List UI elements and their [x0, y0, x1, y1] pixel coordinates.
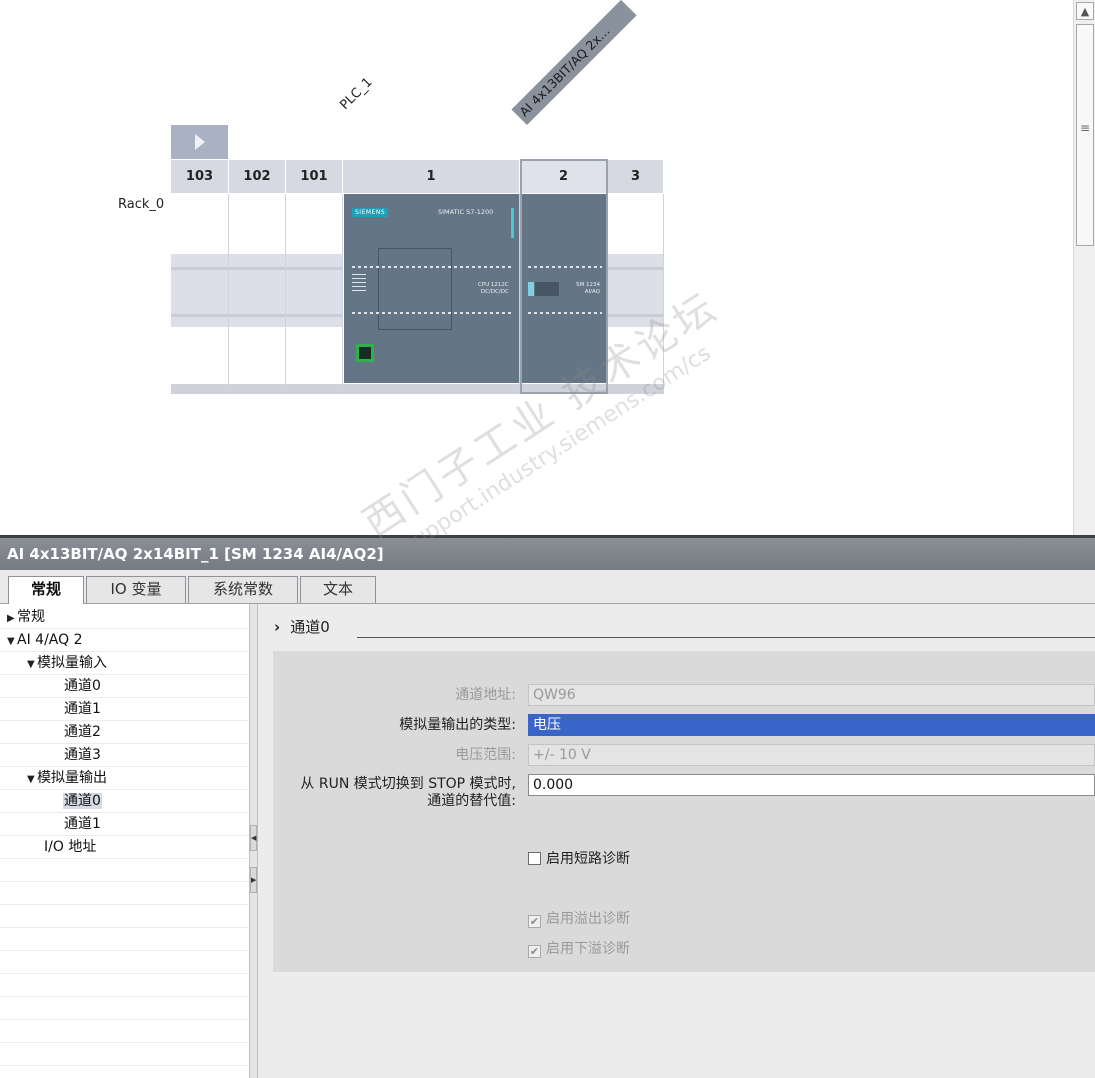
underflow-diagnostic-checkbox: ✔ 启用下溢诊断	[528, 941, 630, 958]
siemens-logo: SIEMENS	[352, 208, 389, 217]
profinet-port-icon[interactable]	[356, 344, 374, 362]
substitute-value-input[interactable]: 0.000	[528, 774, 1095, 796]
tree-item-analog-input[interactable]: ▼ 模拟量输入	[0, 652, 249, 675]
section-divider	[357, 637, 1095, 638]
channel-settings-box: 通道地址: QW96 模拟量输出的类型: 电压 电压范围: +/- 10 V 从…	[273, 651, 1095, 972]
cpu-terminal-strip-bottom	[352, 312, 512, 314]
voltage-range-label: 电压范围:	[455, 747, 516, 763]
section-header[interactable]: › 通道0	[274, 616, 330, 637]
tree-item-ai4aq2[interactable]: ▼ AI 4/AQ 2	[0, 629, 249, 652]
output-type-select[interactable]: 电压	[528, 714, 1095, 736]
slot-body-103[interactable]	[171, 194, 229, 394]
slot-body-101[interactable]	[286, 194, 343, 394]
tree-item-analog-output[interactable]: ▼ 模拟量输出	[0, 767, 249, 790]
module-tag[interactable]: AI 4x13BIT/AQ 2x...	[511, 0, 637, 125]
plc-label: PLC_1	[337, 74, 376, 113]
scroll-up-arrow-icon[interactable]: ▲	[1076, 2, 1094, 20]
cpu-status-leds-icon	[352, 274, 366, 294]
tab-system-constants[interactable]: 系统常数	[188, 576, 298, 603]
tree-item-aq-channel-0[interactable]: 通道0	[0, 790, 249, 813]
checkbox-unchecked-icon[interactable]	[528, 852, 541, 865]
cpu-module[interactable]: SIEMENS SIMATIC S7-1200 CPU 1212C DC/DC/…	[344, 194, 519, 383]
collapsed-arrow-icon[interactable]: ▶	[7, 608, 17, 630]
panel-splitter[interactable]: ◀ ▶	[249, 604, 258, 1078]
sm-module[interactable]: SM 1234 AI/AQ	[522, 194, 606, 383]
slot-header-1[interactable]: 1	[343, 160, 520, 193]
tree-item-ai-channel-3[interactable]: 通道3	[0, 744, 249, 767]
substitute-value-label: 从 RUN 模式切换到 STOP 模式时, 通道的替代值:	[300, 776, 516, 809]
properties-title: AI 4x13BIT/AQ 2x14BIT_1 [SM 1234 AI4/AQ2…	[0, 535, 1095, 570]
tree-item-general[interactable]: ▶ 常规	[0, 606, 249, 629]
channel-address-field: QW96	[528, 684, 1095, 706]
rack-expand-button[interactable]	[171, 125, 228, 159]
cpu-status-bar	[511, 208, 514, 238]
overflow-diagnostic-checkbox: ✔ 启用溢出诊断	[528, 911, 630, 928]
checkbox-checked-icon: ✔	[528, 945, 541, 958]
output-type-label: 模拟量输出的类型:	[399, 717, 516, 733]
short-circuit-diagnostic-checkbox[interactable]: 启用短路诊断	[528, 851, 630, 867]
sm-label-area	[535, 282, 559, 296]
sm-status-led-icon	[528, 282, 534, 296]
collapse-left-arrow-icon[interactable]: ◀	[250, 825, 257, 851]
tab-general[interactable]: 常规	[8, 576, 84, 604]
sm-terminal-strip-top	[528, 266, 602, 268]
expand-right-arrow-icon[interactable]: ▶	[250, 867, 257, 893]
checkbox-checked-icon: ✔	[528, 915, 541, 928]
channel-address-label: 通道地址:	[455, 687, 516, 703]
expand-arrow-icon	[195, 134, 205, 150]
expanded-arrow-icon[interactable]: ▼	[27, 769, 37, 791]
cpu-terminal-strip-top	[352, 266, 512, 268]
tree-item-ai-channel-0[interactable]: 通道0	[0, 675, 249, 698]
scroll-thumb[interactable]: ≡	[1076, 24, 1094, 246]
slot-header-103[interactable]: 103	[171, 160, 229, 193]
voltage-range-select: +/- 10 V	[528, 744, 1095, 766]
properties-tabs: 常规 IO 变量 系统常数 文本	[0, 570, 1095, 604]
slot-header-3[interactable]: 3	[608, 160, 664, 193]
cpu-signal-board-slot	[378, 248, 452, 330]
tree-item-ai-channel-1[interactable]: 通道1	[0, 698, 249, 721]
cpu-name-label: CPU 1212C DC/DC/DC	[478, 282, 509, 295]
slot-body-102[interactable]	[229, 194, 286, 394]
tree-item-ai-channel-2[interactable]: 通道2	[0, 721, 249, 744]
slot-header-2[interactable]: 2	[520, 160, 608, 193]
device-view: PLC_1 AI 4x13BIT/AQ 2x... Rack_0 103 102…	[0, 0, 1073, 535]
slot-header-101[interactable]: 101	[286, 160, 343, 193]
expanded-arrow-icon[interactable]: ▼	[7, 631, 17, 653]
slot-body-3[interactable]	[608, 194, 664, 394]
cpu-model-label: SIMATIC S7-1200	[438, 208, 494, 216]
section-chevron-icon[interactable]: ›	[274, 618, 280, 636]
tree-item-aq-channel-1[interactable]: 通道1	[0, 813, 249, 836]
property-content: › 通道0 通道地址: QW96 模拟量输出的类型: 电压 电压范围: +/- 1…	[258, 604, 1095, 1078]
properties-panel: AI 4x13BIT/AQ 2x14BIT_1 [SM 1234 AI4/AQ2…	[0, 535, 1095, 1078]
tab-texts[interactable]: 文本	[300, 576, 376, 603]
property-tree: ▶ 常规 ▼ AI 4/AQ 2 ▼ 模拟量输入 通道0 通道1 通道2 通道3 ▼ 模…	[0, 604, 250, 1078]
tab-io-tags[interactable]: IO 变量	[86, 576, 186, 603]
tree-item-io-address[interactable]: I/O 地址	[0, 836, 249, 859]
sm-terminal-strip-bottom	[528, 312, 602, 314]
sm-name-label: SM 1234 AI/AQ	[576, 282, 600, 295]
rack-name: Rack_0	[118, 197, 165, 212]
expanded-arrow-icon[interactable]: ▼	[27, 654, 37, 676]
device-view-scrollbar[interactable]: ▲ ≡	[1073, 0, 1095, 535]
slot-header-102[interactable]: 102	[229, 160, 286, 193]
